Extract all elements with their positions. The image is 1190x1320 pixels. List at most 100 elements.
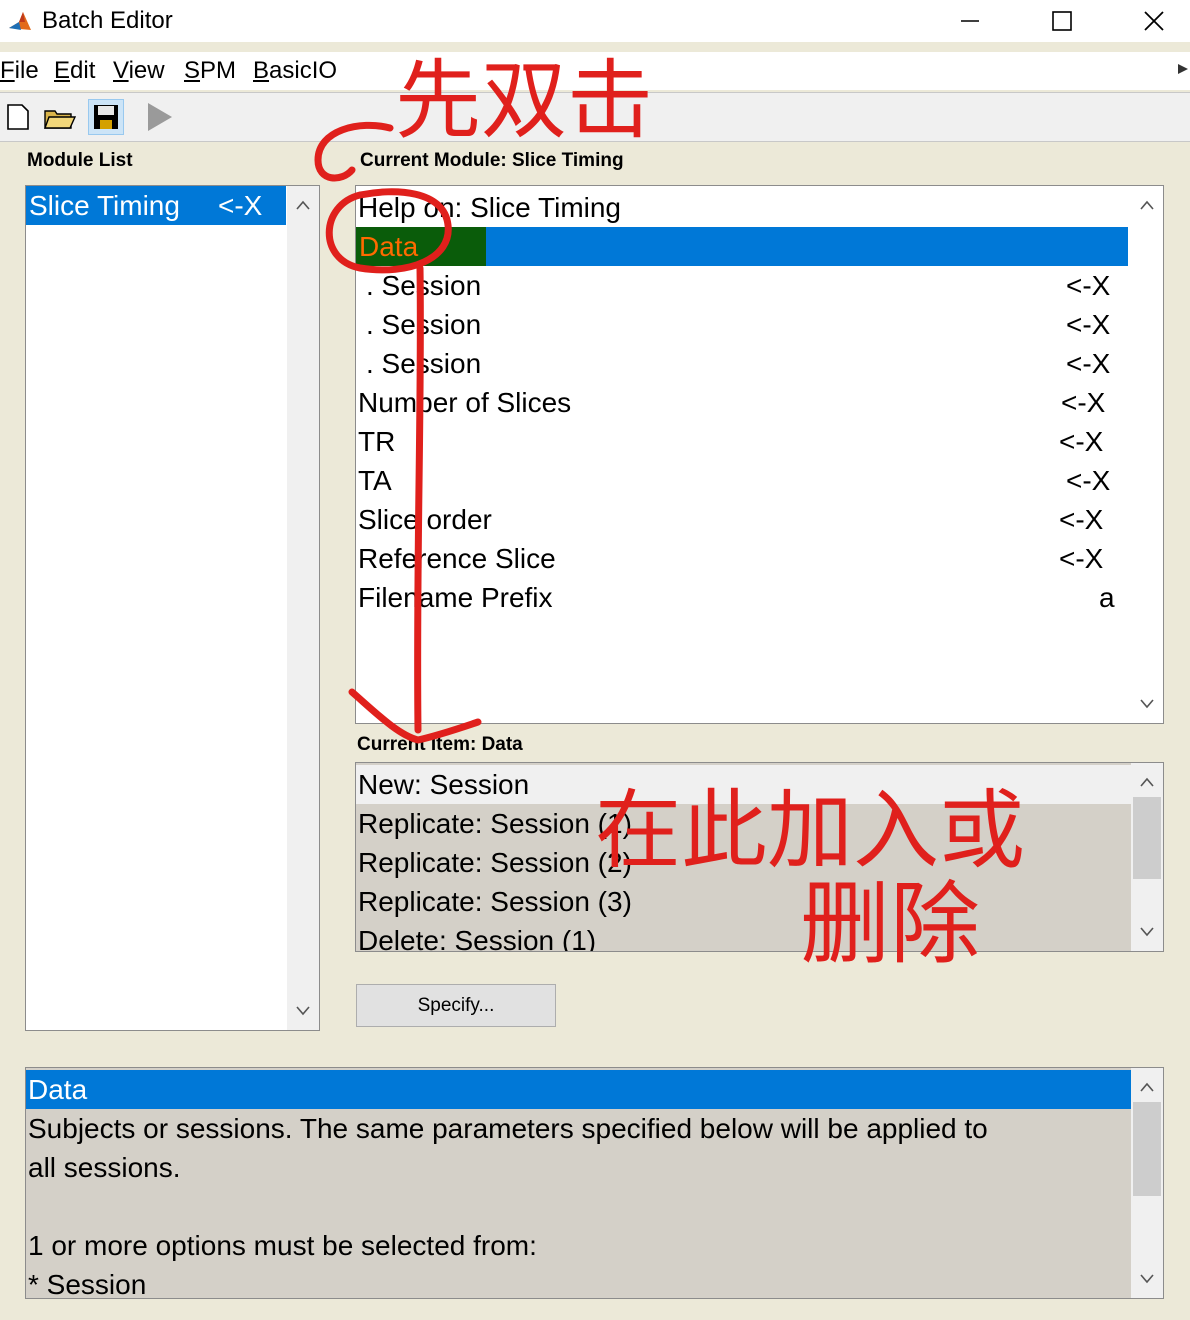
- window-title: Batch Editor: [42, 7, 173, 34]
- help-line: all sessions.: [28, 1152, 181, 1183]
- scroll-down-arrow[interactable]: [1131, 1264, 1163, 1294]
- current-item-label: Current Item: Data: [357, 734, 523, 755]
- scroll-up-arrow[interactable]: [1131, 767, 1163, 797]
- module-item-number-of-slices[interactable]: Number of Slices <-X: [358, 383, 1118, 422]
- chevron-down-icon: [296, 1006, 310, 1016]
- option-label: Replicate: Session (1): [358, 808, 632, 839]
- menu-basicio[interactable]: BasicIO: [253, 56, 337, 86]
- module-item-filename-prefix[interactable]: Filename Prefix a: [358, 578, 1118, 617]
- module-item-session-2[interactable]: . Session <-X: [358, 305, 1118, 344]
- scroll-down-arrow[interactable]: [1131, 689, 1163, 719]
- module-item-data[interactable]: Data: [356, 227, 1128, 266]
- item-label: Slice order: [358, 504, 492, 535]
- save-button[interactable]: [88, 99, 124, 135]
- module-list-item-slice-timing[interactable]: Slice Timing <-X: [26, 186, 286, 225]
- close-icon: [1144, 11, 1164, 31]
- module-item-help[interactable]: Help on: Slice Timing: [358, 188, 1128, 227]
- menu-view[interactable]: View: [113, 56, 165, 86]
- menu-basicio-accel: B: [253, 57, 270, 84]
- item-label: Number of Slices: [358, 387, 572, 418]
- scroll-down-arrow[interactable]: [287, 996, 319, 1026]
- chevron-down-icon: [1140, 699, 1154, 709]
- scroll-up-arrow[interactable]: [1131, 190, 1163, 220]
- scroll-up-arrow[interactable]: [287, 190, 319, 220]
- item-label: TR: [358, 426, 396, 457]
- module-item-tr[interactable]: TR <-X: [358, 422, 1118, 461]
- minimize-button[interactable]: [940, 0, 1000, 42]
- open-button[interactable]: [42, 99, 78, 135]
- open-folder-icon: [44, 110, 77, 129]
- option-label: Replicate: Session (3): [358, 886, 632, 917]
- menu-file[interactable]: File: [0, 56, 39, 86]
- menu-spm[interactable]: SPM: [184, 56, 236, 86]
- help-line: 1 or more options must be selected from:: [28, 1230, 537, 1261]
- menu-edit[interactable]: Edit: [54, 56, 95, 86]
- option-label: Delete: Session (1): [358, 925, 597, 952]
- maximize-icon: [1052, 11, 1072, 31]
- module-status: <-X: [218, 190, 263, 221]
- item-label: . Session: [366, 270, 482, 301]
- module-item-ta[interactable]: TA <-X: [358, 461, 1118, 500]
- item-value: <-X: [1066, 309, 1111, 340]
- chevron-down-icon: [1140, 927, 1154, 937]
- menu-bar: File Edit View SPM BasicIO: [0, 52, 1190, 90]
- help-panel-scrollbar[interactable]: [1131, 1068, 1163, 1298]
- help-panel[interactable]: Data Subjects or sessions. The same para…: [25, 1067, 1164, 1299]
- menu-overflow-icon[interactable]: [1178, 64, 1188, 74]
- option-label: New: Session: [358, 769, 530, 800]
- item-value: <-X: [1066, 270, 1111, 301]
- item-value: <-X: [1066, 465, 1111, 496]
- module-item-reference-slice[interactable]: Reference Slice <-X: [358, 539, 1118, 578]
- chevron-up-icon: [296, 200, 310, 210]
- module-item-slice-order[interactable]: Slice order <-X: [358, 500, 1118, 539]
- menu-spm-accel: S: [184, 57, 201, 84]
- chevron-down-icon: [1140, 1274, 1154, 1284]
- help-line: Subjects or sessions. The same parameter…: [28, 1113, 988, 1144]
- run-button[interactable]: [140, 99, 176, 135]
- menu-edit-accel: E: [54, 57, 71, 84]
- scroll-thumb[interactable]: [1133, 797, 1161, 879]
- matlab-logo-icon: [9, 12, 31, 30]
- item-label: Help on: Slice Timing: [358, 192, 622, 223]
- menu-view-label: iew: [128, 57, 165, 84]
- module-item-session-3[interactable]: . Session <-X: [358, 344, 1118, 383]
- new-file-icon: [7, 104, 29, 130]
- current-module-label: Current Module: Slice Timing: [360, 150, 624, 171]
- item-label: TA: [358, 465, 392, 496]
- module-item-session-1[interactable]: . Session <-X: [358, 266, 1118, 305]
- minimize-icon: [961, 20, 979, 22]
- new-button[interactable]: [0, 99, 36, 135]
- item-value: <-X: [1061, 387, 1106, 418]
- chevron-up-icon: [1140, 200, 1154, 210]
- module-list-scrollbar[interactable]: [287, 186, 319, 1030]
- menu-file-accel: F: [0, 57, 15, 84]
- option-label: Replicate: Session (2): [358, 847, 632, 878]
- item-label: Reference Slice: [358, 543, 556, 574]
- scroll-up-arrow[interactable]: [1131, 1072, 1163, 1102]
- maximize-button[interactable]: [1032, 0, 1092, 42]
- specify-button[interactable]: Specify...: [356, 984, 556, 1027]
- chevron-up-icon: [1140, 777, 1154, 787]
- help-title-text: Data: [28, 1074, 88, 1105]
- toolbar: [0, 92, 1190, 142]
- item-label: Filename Prefix: [358, 582, 553, 613]
- menu-view-accel: V: [113, 57, 129, 84]
- menu-spm-label: PM: [200, 57, 237, 84]
- item-label: Data: [356, 227, 486, 266]
- item-value: <-X: [1059, 543, 1104, 574]
- item-value: <-X: [1059, 504, 1104, 535]
- current-item-scrollbar[interactable]: [1131, 763, 1163, 951]
- close-button[interactable]: [1124, 0, 1184, 42]
- current-module-list[interactable]: Help on: Slice Timing Data . Session <-X…: [355, 185, 1164, 724]
- menu-edit-label: dit: [70, 57, 96, 84]
- scroll-thumb[interactable]: [1133, 1102, 1161, 1196]
- item-label: . Session: [366, 309, 482, 340]
- module-list[interactable]: Slice Timing <-X: [25, 185, 320, 1031]
- scroll-down-arrow[interactable]: [1131, 917, 1163, 947]
- current-item-list[interactable]: New: Session Replicate: Session (1) Repl…: [355, 762, 1164, 952]
- menu-file-label: ile: [14, 57, 39, 84]
- item-label: . Session: [366, 348, 482, 379]
- item-value: <-X: [1059, 426, 1104, 457]
- current-module-scrollbar[interactable]: [1131, 186, 1163, 723]
- current-item-option[interactable]: New: Session: [356, 765, 1131, 804]
